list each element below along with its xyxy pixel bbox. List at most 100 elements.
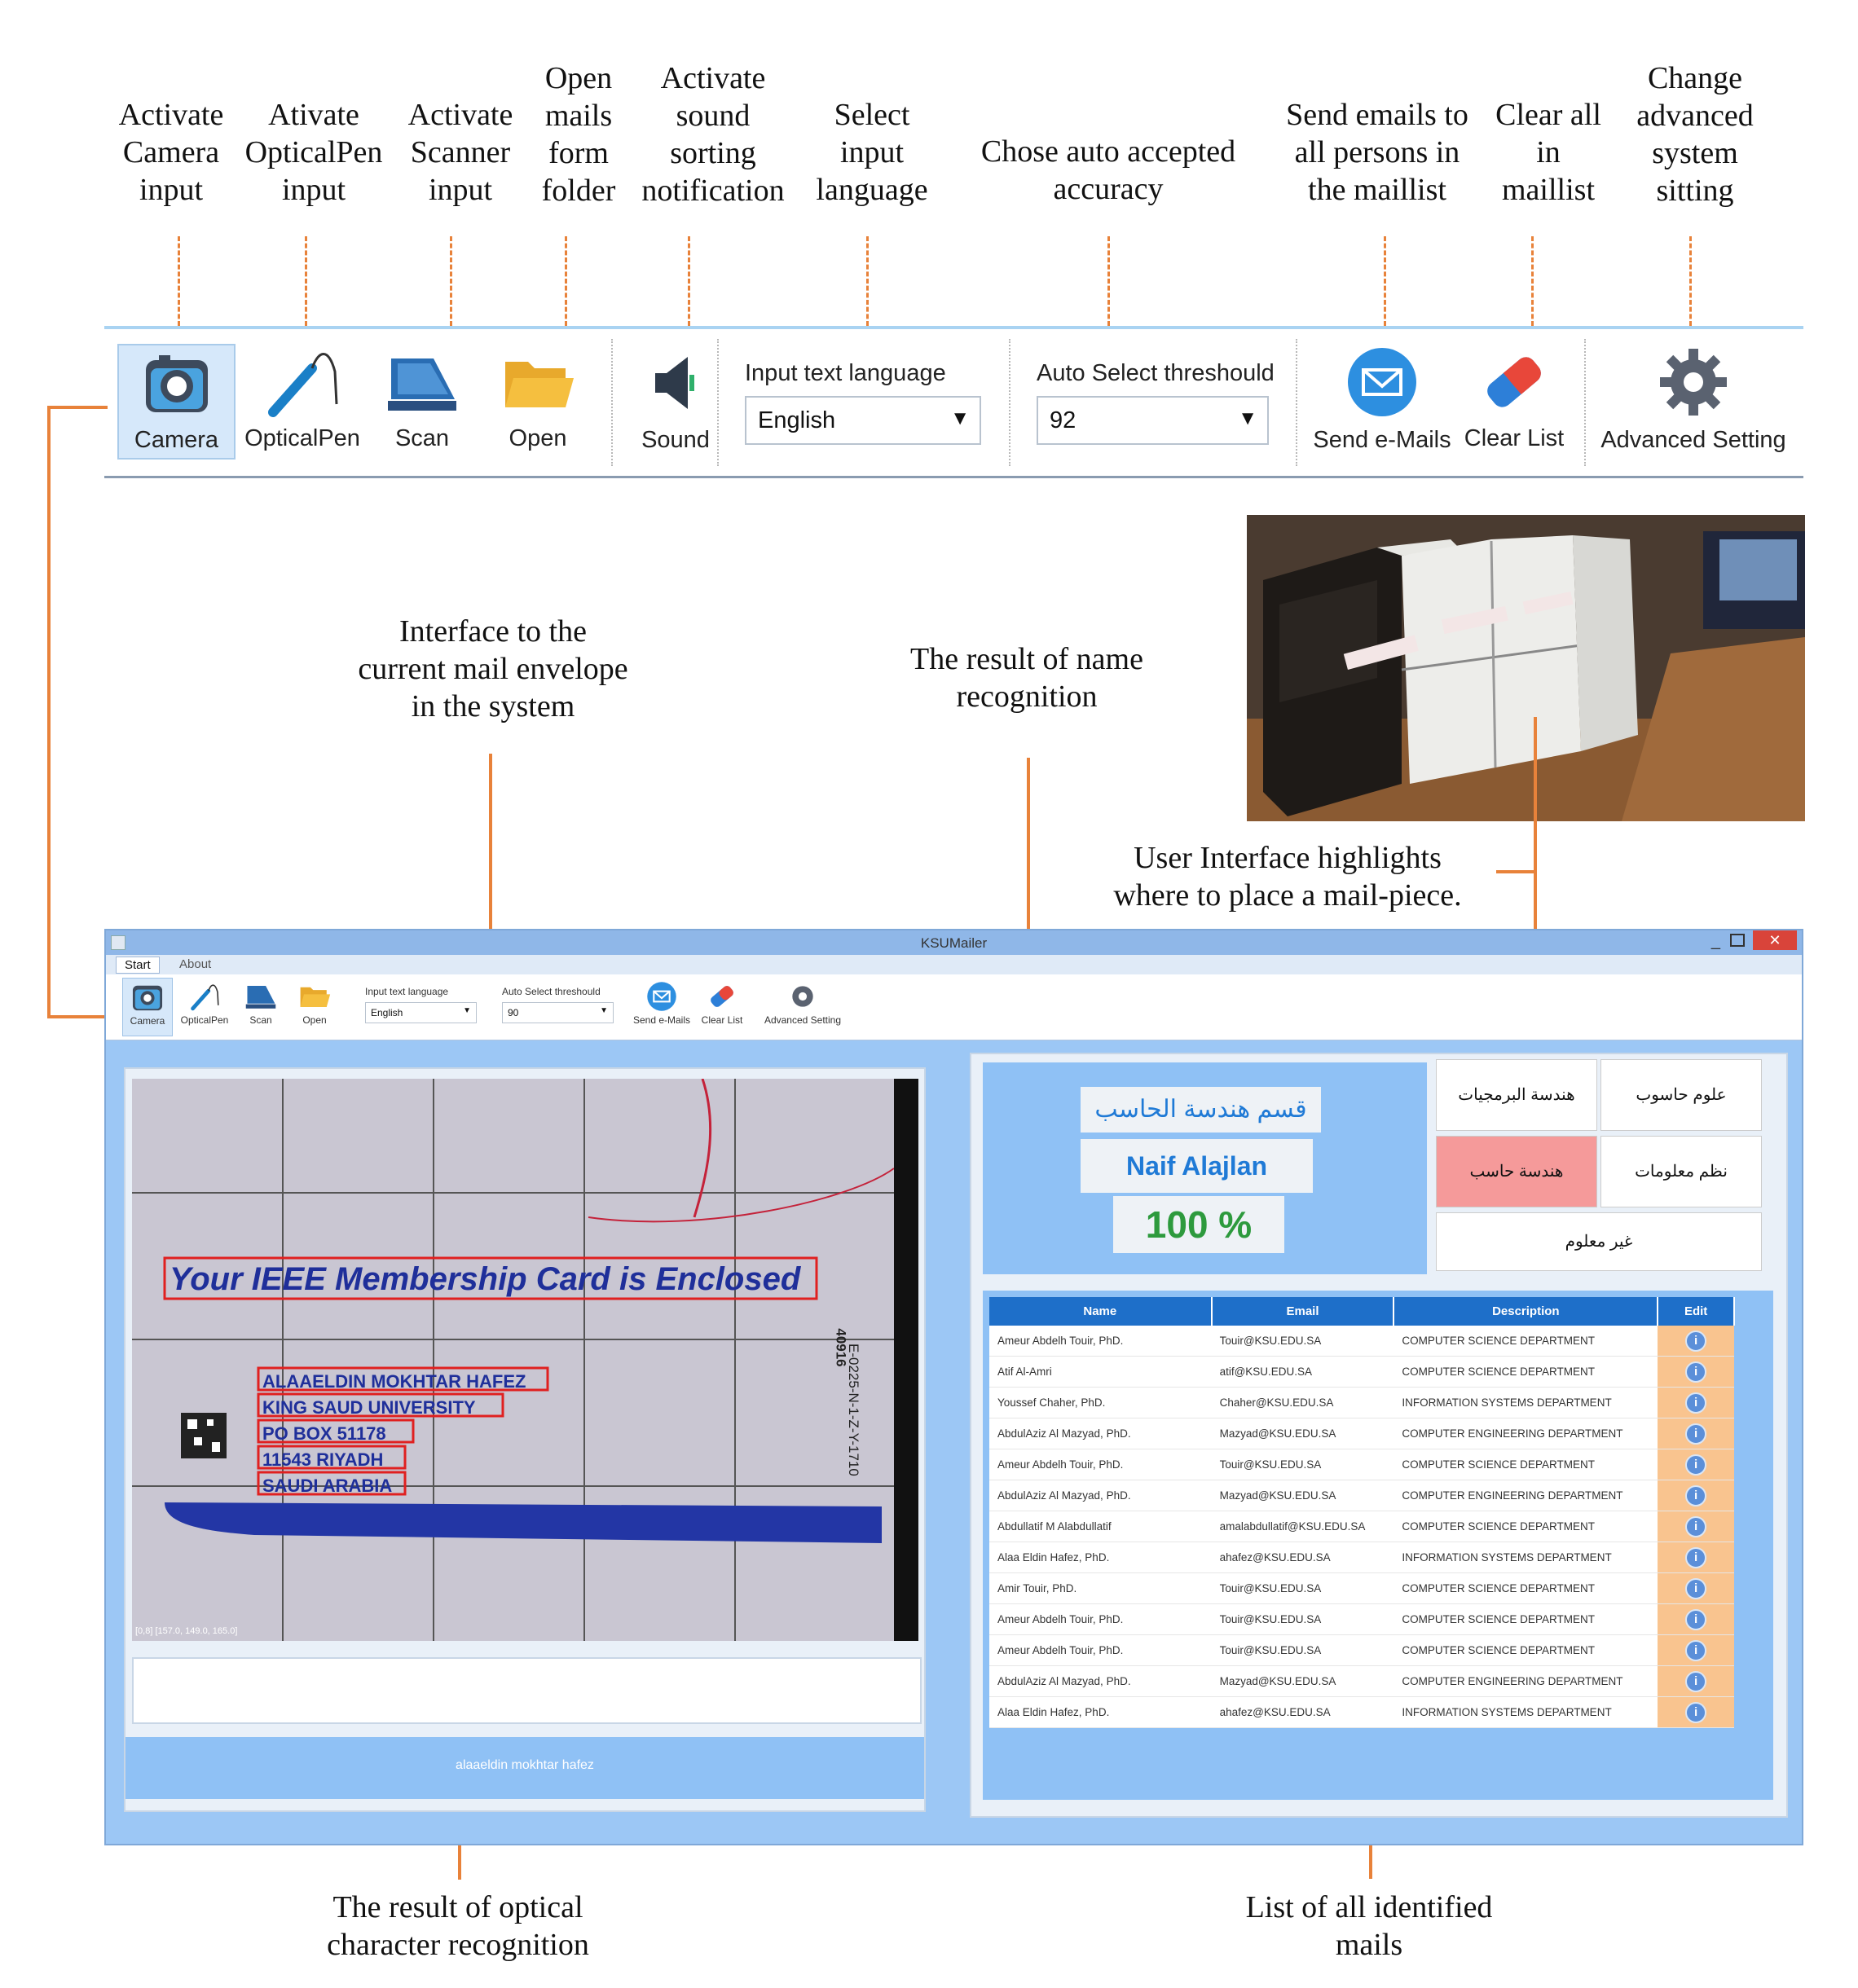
open-button[interactable]: Open <box>489 344 587 460</box>
bin-software-engineering[interactable]: هندسة البرمجيات <box>1436 1059 1597 1131</box>
callout-envelope: Interface to the current mail envelope i… <box>358 614 628 724</box>
tab-about[interactable]: About <box>179 957 211 971</box>
info-icon[interactable]: i <box>1685 1423 1707 1445</box>
sound-button[interactable]: Sound <box>623 344 729 460</box>
advanced-setting-label: Advanced Setting <box>1600 427 1786 453</box>
table-row[interactable]: AbdulAziz Al Mazyad, PhD. Mazyad@KSU.EDU.… <box>989 1418 1734 1449</box>
info-icon[interactable]: i <box>1685 1670 1707 1692</box>
callout-opticalpen: Ativate OpticalPen input <box>244 98 383 207</box>
table-row[interactable]: Youssef Chaher, PhD. Chaher@KSU.EDU.SA INF… <box>989 1387 1734 1418</box>
threshold-label: Auto Select threshould <box>1037 360 1275 386</box>
callout-sound: Activate sound sorting notification <box>641 61 785 208</box>
address-line: ALAAELDIN MOKHTAR HAFEZ <box>262 1371 526 1392</box>
camera-button[interactable]: Camera <box>117 344 236 460</box>
table-row[interactable]: Alaa Eldin Hafez, PhD. ahafez@KSU.EDU.SA I… <box>989 1542 1734 1573</box>
mini-scan-button[interactable]: Scan <box>236 978 285 1035</box>
table-row[interactable]: Ameur Abdelh Touir, PhD. Touir@KSU.EDU.SA… <box>989 1634 1734 1666</box>
mini-open-button[interactable]: Open <box>290 978 339 1035</box>
connector-highlight <box>1496 870 1535 873</box>
email-cell: ahafez@KSU.EDU.SA <box>1211 1696 1394 1728</box>
description-cell: COMPUTER ENGINEERING DEPARTMENT <box>1394 1665 1658 1697</box>
edit-cell: i <box>1658 1418 1734 1449</box>
mini-opticalpen-button[interactable]: OpticalPen <box>176 978 233 1035</box>
description-cell: COMPUTER SCIENCE DEPARTMENT <box>1394 1572 1658 1604</box>
email-cell: atif@KSU.EDU.SA <box>1211 1356 1394 1388</box>
department-label: قسم هندسة الحاسب <box>1081 1087 1321 1133</box>
bin-information-systems[interactable]: نظم معلومات <box>1600 1136 1762 1207</box>
table-row[interactable]: AbdulAziz Al Mazyad, PhD. Mazyad@KSU.EDU.… <box>989 1665 1734 1697</box>
info-icon[interactable]: i <box>1685 1515 1707 1537</box>
mini-threshold-value: 90 <box>508 1007 519 1018</box>
table-row[interactable]: Abdullatif M Alabdullatif amalabdullatif@… <box>989 1511 1734 1542</box>
email-cell: Mazyad@KSU.EDU.SA <box>1211 1480 1394 1511</box>
scan-button[interactable]: Scan <box>373 344 471 460</box>
threshold-select[interactable]: 92 ▼ <box>1037 396 1269 445</box>
leader-sound <box>688 236 690 326</box>
chevron-down-icon: ▼ <box>1238 407 1257 429</box>
info-icon[interactable]: i <box>1685 1484 1707 1506</box>
ocr-text-box[interactable] <box>132 1657 922 1724</box>
callout-language: Select input language <box>816 98 928 207</box>
table-row[interactable]: Amir Touir, PhD. Touir@KSU.EDU.SA COMPUTER… <box>989 1572 1734 1604</box>
minimize-icon[interactable]: _ <box>1711 932 1720 951</box>
info-icon[interactable]: i <box>1685 1639 1707 1661</box>
mini-language-select[interactable]: English ▼ <box>365 1002 477 1023</box>
side-code-text: E-0225-N-1-Z-Y-1710 <box>846 1344 861 1476</box>
opticalpen-button[interactable]: OpticalPen <box>241 344 363 460</box>
info-icon[interactable]: i <box>1685 1577 1707 1599</box>
table-row[interactable]: Ameur Abdelh Touir, PhD. Touir@KSU.EDU.SA… <box>989 1326 1734 1357</box>
email-cell: Mazyad@KSU.EDU.SA <box>1211 1665 1394 1697</box>
recognition-box: قسم هندسة الحاسب Naif Alajlan 100 % <box>983 1062 1427 1274</box>
send-emails-button[interactable]: Send e-Mails <box>1309 344 1455 460</box>
info-icon[interactable]: i <box>1685 1392 1707 1414</box>
name-cell: AbdulAziz Al Mazyad, PhD. <box>989 1665 1212 1697</box>
info-icon[interactable]: i <box>1685 1701 1707 1723</box>
info-icon[interactable]: i <box>1685 1454 1707 1476</box>
edit-cell: i <box>1658 1326 1734 1357</box>
toolbar-separator <box>1296 339 1297 466</box>
bin-computer-science[interactable]: علوم حاسوب <box>1600 1059 1762 1131</box>
table-row[interactable]: Alaa Eldin Hafez, PhD. ahafez@KSU.EDU.SA I… <box>989 1696 1734 1728</box>
send-emails-label: Send e-Mails <box>1313 427 1451 453</box>
advanced-setting-button[interactable]: Advanced Setting <box>1596 344 1791 460</box>
table-row[interactable]: Atif Al-Amri atif@KSU.EDU.SA COMPUTER SCIE… <box>989 1356 1734 1388</box>
mini-clear-list-button[interactable]: Clear List <box>696 978 748 1035</box>
mini-threshold-label: Auto Select threshould <box>502 986 601 997</box>
bin-computer-engineering[interactable]: هندسة حاسب <box>1436 1136 1597 1207</box>
mail-table: Name Email Description Edit Ameur Abdelh… <box>989 1297 1735 1728</box>
maximize-icon[interactable] <box>1730 934 1745 947</box>
info-icon[interactable]: i <box>1685 1546 1707 1568</box>
name-cell: Youssef Chaher, PhD. <box>989 1387 1212 1418</box>
info-icon[interactable]: i <box>1685 1361 1707 1383</box>
leader-advanced <box>1689 236 1692 326</box>
table-row[interactable]: Ameur Abdelh Touir, PhD. Touir@KSU.EDU.SA… <box>989 1603 1734 1635</box>
mini-camera-button[interactable]: Camera <box>122 978 173 1036</box>
edit-cell: i <box>1658 1387 1734 1418</box>
mini-advanced-setting-button[interactable]: Advanced Setting <box>758 978 848 1035</box>
leader-camera <box>178 236 180 326</box>
table-row[interactable]: Ameur Abdelh Touir, PhD. Touir@KSU.EDU.SA… <box>989 1449 1734 1480</box>
envelope-address: ALAAELDIN MOKHTAR HAFEZ KING SAUD UNIVER… <box>262 1369 526 1499</box>
name-cell: Ameur Abdelh Touir, PhD. <box>989 1634 1212 1666</box>
clear-list-button[interactable]: Clear List <box>1457 344 1571 460</box>
description-cell: COMPUTER SCIENCE DEPARTMENT <box>1394 1326 1658 1357</box>
info-icon[interactable]: i <box>1685 1330 1707 1352</box>
edit-cell: i <box>1658 1511 1734 1542</box>
description-cell: COMPUTER SCIENCE DEPARTMENT <box>1394 1511 1658 1542</box>
language-select[interactable]: English ▼ <box>745 396 981 445</box>
column-header: Edit <box>1658 1297 1735 1326</box>
leader-clear <box>1531 236 1534 326</box>
mini-threshold-select[interactable]: 90 ▼ <box>502 1002 614 1023</box>
table-row[interactable]: AbdulAziz Al Mazyad, PhD. Mazyad@KSU.EDU.… <box>989 1480 1734 1511</box>
mini-language-label: Input text language <box>365 986 449 997</box>
mini-send-emails-button[interactable]: Send e-Mails <box>629 978 694 1035</box>
description-cell: COMPUTER SCIENCE DEPARTMENT <box>1394 1356 1658 1388</box>
close-icon[interactable]: ✕ <box>1753 930 1797 950</box>
description-cell: COMPUTER SCIENCE DEPARTMENT <box>1394 1603 1658 1635</box>
tab-start[interactable]: Start <box>116 957 160 974</box>
info-icon[interactable]: i <box>1685 1608 1707 1630</box>
bin-unknown[interactable]: غير معلوم <box>1436 1212 1762 1271</box>
scanner-icon <box>245 985 276 1009</box>
optical-pen-icon <box>191 984 219 1011</box>
callout-name-result: The result of name recognition <box>910 642 1143 714</box>
